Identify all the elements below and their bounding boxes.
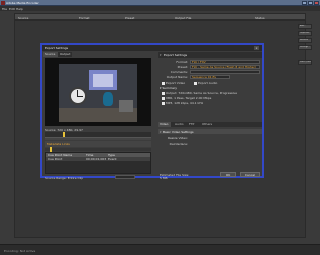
- checkbox-icon[interactable]: [162, 81, 165, 85]
- tab-video[interactable]: Video: [158, 122, 171, 127]
- cue-type: Event: [108, 157, 117, 161]
- checkbox-icon: [162, 101, 165, 105]
- source-pane: Source Output Source: 720 x 480, 29.97 M…: [43, 52, 153, 180]
- output-name-label: Output Name:: [166, 75, 188, 79]
- close-icon: x: [255, 46, 258, 50]
- close-window-button[interactable]: [314, 1, 319, 5]
- settings-tabs: Video Audio FTP Others: [158, 122, 262, 127]
- tab-others[interactable]: Others: [200, 122, 214, 127]
- resize-video-value[interactable]: [190, 136, 220, 140]
- settings-pane: ▾ Export Settings Format: FLV | F4V Pres…: [158, 52, 262, 180]
- comments-field[interactable]: [190, 70, 260, 74]
- frame-object: [119, 100, 133, 112]
- export-video-check[interactable]: Export Video: [162, 81, 185, 85]
- menu-edit[interactable]: Edit: [9, 7, 15, 11]
- status-text: Encoding: Not Active: [4, 249, 36, 253]
- tab-output[interactable]: Output: [58, 52, 72, 57]
- output-name-field[interactable]: Sequence 01.flv: [190, 75, 230, 79]
- basic-video-title: Basic Video Settings: [163, 130, 194, 134]
- export-audio-label: Export Audio: [198, 81, 218, 85]
- dialog-title: Export Settings: [45, 46, 69, 50]
- frame-tv-glow: [93, 74, 113, 87]
- ok-button[interactable]: OK: [220, 172, 236, 177]
- duplicate-button[interactable]: Duplicate: [298, 31, 312, 36]
- frame-figure: [103, 92, 113, 106]
- settings-button[interactable]: Settings...: [298, 45, 312, 50]
- summary-line: Output: 720x480, Same As Source, Progres…: [162, 91, 237, 95]
- metadata-label[interactable]: Metadata Links: [47, 142, 70, 146]
- deinterlace-label: Deinterlace:: [169, 142, 188, 146]
- video-preview: [45, 58, 151, 126]
- queue-header: Source Format Preset Output File Status: [14, 13, 306, 20]
- start-queue-button[interactable]: Start Queue: [298, 60, 312, 65]
- cancel-button[interactable]: Cancel: [240, 172, 260, 177]
- status-bar: Encoding: Not Active: [0, 244, 320, 255]
- checkbox-icon: [162, 91, 165, 95]
- summary-line: MP3, 128 kbps, 44.1 kHz: [162, 101, 203, 105]
- dialog-titlebar[interactable]: Export Settings x: [42, 45, 262, 51]
- format-select[interactable]: FLV | F4V: [190, 60, 260, 64]
- cue-name: Cue Point: [48, 157, 63, 161]
- cue-time: 00;00;01;003: [86, 157, 107, 161]
- summary-line-text: Output: 720x480, Same As Source, Progres…: [166, 91, 238, 95]
- export-settings-header[interactable]: ▾ Export Settings: [158, 52, 262, 58]
- comments-label: Comments:: [170, 70, 188, 74]
- app-title: Adobe Media Encoder: [6, 1, 39, 5]
- export-audio-check[interactable]: Export Audio: [194, 81, 217, 85]
- maximize-button[interactable]: [308, 1, 313, 5]
- tab-audio[interactable]: Audio: [173, 122, 186, 127]
- preset-label: Preset:: [177, 65, 188, 69]
- source-range-dropdown[interactable]: [115, 175, 135, 179]
- video-frame: [59, 64, 137, 122]
- summary-title: Summary: [162, 86, 177, 90]
- export-video-label: Export Video: [166, 81, 186, 85]
- preset-select[interactable]: FLV - Same As Source (Flash 8 and Higher…: [190, 65, 260, 69]
- export-settings-title: Export Settings: [164, 53, 188, 57]
- menu-help[interactable]: Help: [16, 7, 23, 11]
- timeline-ruler: [45, 137, 151, 140]
- source-range-label: Source Range: Entire Clip: [45, 176, 84, 180]
- summary-line: VBR, 1 Pass, Target 2.00 Mbps: [162, 96, 211, 100]
- checkbox-icon[interactable]: [194, 81, 197, 85]
- chevron-down-icon: ▾: [160, 53, 162, 57]
- summary-toggle[interactable]: ▾ Summary: [160, 86, 177, 90]
- menu-file[interactable]: File: [2, 7, 7, 11]
- estimated-size-value: 5 MB: [160, 176, 168, 180]
- metadata-bar: Metadata Links: [45, 141, 151, 147]
- checkbox-icon: [162, 96, 165, 100]
- deinterlace-value[interactable]: [190, 142, 220, 146]
- summary-line-text: MP3, 128 kbps, 44.1 kHz: [166, 101, 204, 105]
- resize-video-label: Resize Video:: [168, 136, 188, 140]
- chevron-down-icon: ▾: [160, 130, 162, 134]
- remove-button[interactable]: Remove: [298, 38, 312, 43]
- summary-line-text: VBR, 1 Pass, Target 2.00 Mbps: [166, 96, 212, 100]
- tab-source[interactable]: Source: [43, 52, 58, 57]
- basic-video-header[interactable]: ▾ Basic Video Settings: [158, 129, 262, 134]
- frame-clock-hand: [77, 96, 83, 97]
- minimize-button[interactable]: [302, 1, 307, 5]
- export-settings-dialog: Export Settings x Source Output Source: …: [40, 43, 264, 180]
- add-button[interactable]: Add...: [298, 24, 312, 29]
- app-icon: [1, 1, 5, 5]
- table-row[interactable]: Cue Point 00;00;01;003 Event: [46, 157, 150, 161]
- cue-track[interactable]: [45, 148, 151, 151]
- format-label: Format:: [176, 60, 188, 64]
- estimated-file-size: Estimated File Size: 5 MB: [160, 174, 189, 180]
- menubar: File Edit Help: [0, 6, 320, 11]
- cue-point-table: Cue Point Name Time Type Cue Point 00;00…: [45, 152, 151, 174]
- dialog-close-button[interactable]: x: [254, 46, 259, 50]
- tab-ftp[interactable]: FTP: [187, 122, 196, 127]
